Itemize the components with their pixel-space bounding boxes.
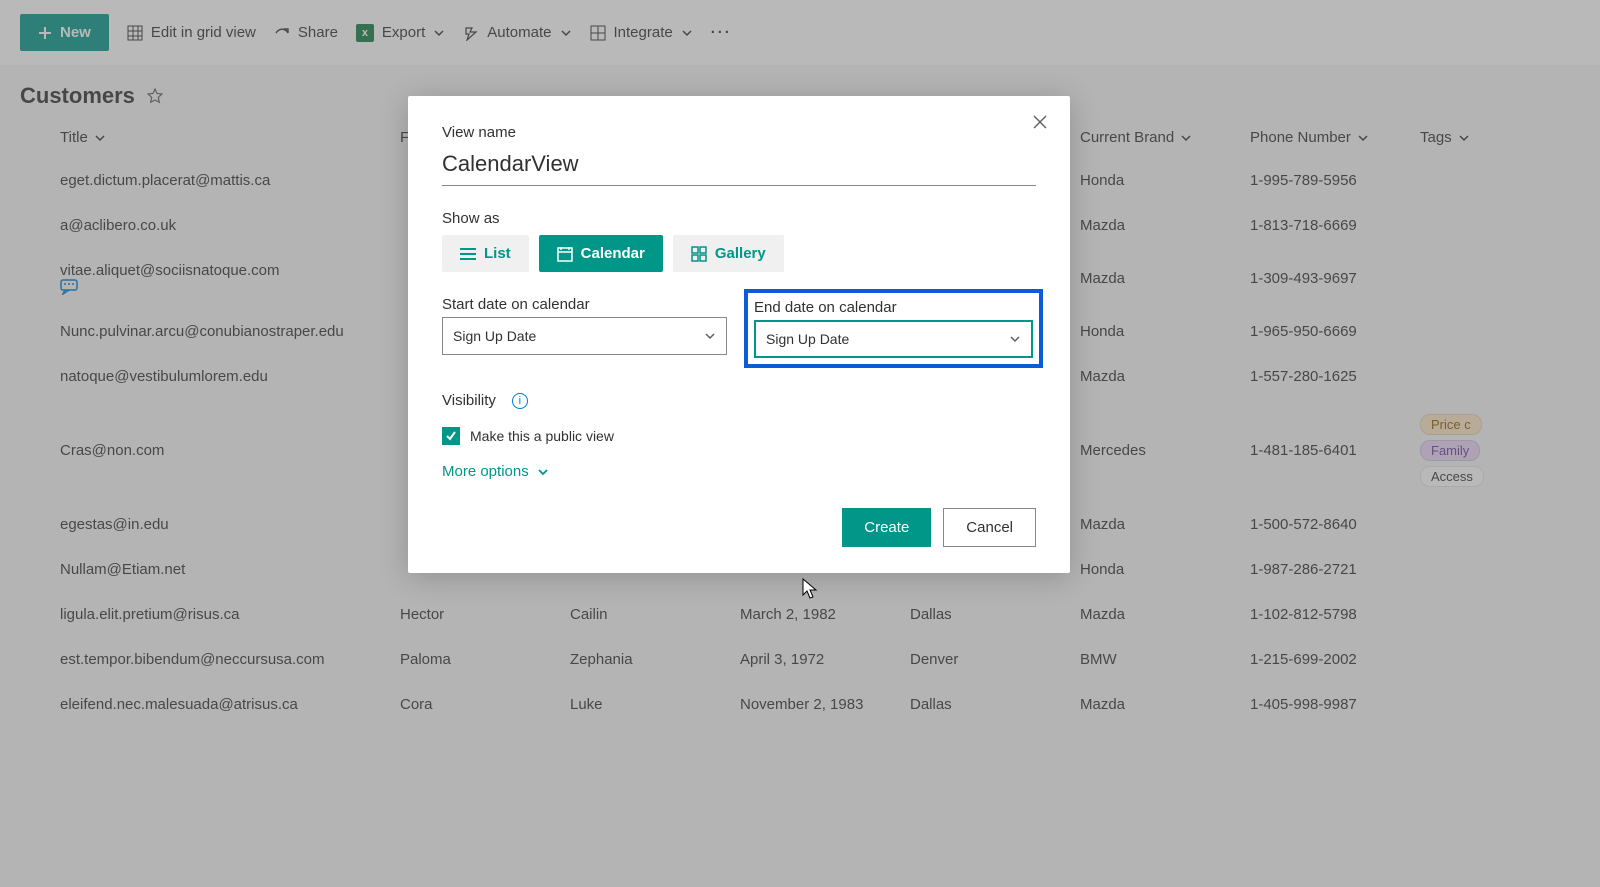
view-name-label: View name [442, 124, 1036, 141]
view-name-input[interactable] [442, 145, 1036, 186]
show-as-calendar-label: Calendar [581, 245, 645, 262]
public-view-row: Make this a public view [442, 427, 1036, 445]
end-date-select[interactable]: Sign Up Date [754, 320, 1033, 358]
more-options-label: More options [442, 463, 529, 480]
dialog-close-button[interactable] [1032, 114, 1048, 130]
chevron-down-icon [537, 466, 549, 478]
create-button[interactable]: Create [842, 508, 931, 547]
start-date-select[interactable]: Sign Up Date [442, 317, 727, 355]
start-date-field: Start date on calendar Sign Up Date [442, 296, 727, 368]
start-date-value: Sign Up Date [453, 328, 536, 344]
gallery-icon [691, 246, 707, 262]
start-date-label: Start date on calendar [442, 296, 727, 313]
show-as-list-button[interactable]: List [442, 235, 529, 272]
show-as-gallery-button[interactable]: Gallery [673, 235, 784, 272]
close-icon [1032, 114, 1048, 130]
dialog-footer: Create Cancel [442, 508, 1036, 547]
date-fields-row: Start date on calendar Sign Up Date End … [442, 296, 1036, 368]
public-view-label: Make this a public view [470, 428, 614, 444]
cancel-button[interactable]: Cancel [943, 508, 1036, 547]
show-as-gallery-label: Gallery [715, 245, 766, 262]
public-view-checkbox[interactable] [442, 427, 460, 445]
chevron-down-icon [1009, 333, 1021, 345]
show-as-calendar-button[interactable]: Calendar [539, 235, 663, 272]
more-options-link[interactable]: More options [442, 463, 1036, 480]
show-as-row: List Calendar Gallery [442, 235, 1036, 272]
visibility-row: Visibility i [442, 392, 1036, 409]
show-as-list-label: List [484, 245, 511, 262]
visibility-label: Visibility [442, 392, 496, 409]
create-view-dialog: View name Show as List Calendar Gallery … [408, 96, 1070, 573]
end-date-field: End date on calendar Sign Up Date [751, 296, 1036, 368]
show-as-label: Show as [442, 210, 1036, 227]
calendar-icon [557, 246, 573, 262]
end-date-value: Sign Up Date [766, 331, 849, 347]
chevron-down-icon [704, 330, 716, 342]
info-icon[interactable]: i [512, 393, 528, 409]
list-icon [460, 247, 476, 261]
end-date-highlight: End date on calendar Sign Up Date [744, 289, 1043, 368]
end-date-label: End date on calendar [754, 299, 1033, 316]
